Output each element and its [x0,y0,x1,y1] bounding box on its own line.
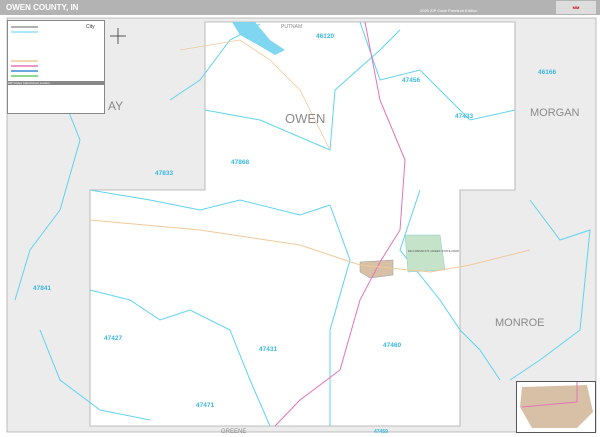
legend-symbols [11,26,38,77]
zip-label: 47471 [196,402,214,409]
inset-map [516,381,596,433]
park-area [404,234,446,273]
county-label-monroe: MONROE [495,317,545,329]
zip-label: 47460 [383,342,401,349]
map-title: OWEN COUNTY, IN [6,3,79,12]
title-bar: OWEN COUNTY, IN 2020 ZIP Code Premium Ed… [0,0,600,15]
zip-label: 46166 [538,69,556,76]
zip-label: 47841 [33,285,51,292]
zip-label: 47459 [374,429,388,435]
publisher-logo: MM [556,1,596,14]
county-label-morgan: MORGAN [530,107,580,119]
county-label-greene: GREENE [221,429,246,435]
zip-label: 47427 [104,335,122,342]
county-label-putnam: PUTNAM [281,24,302,30]
county-label-owen: OWEN [285,111,325,126]
zip-label: 47833 [155,170,173,177]
park-label: MCCORMICK'S CREEK STATE PARK [408,249,459,253]
zip-label: 47431 [259,346,277,353]
edition-label: 2020 ZIP Code Premium Edition [420,8,478,13]
zip-label: 47433 [455,113,473,120]
zip-label: 47456 [402,77,420,84]
legend-city-label: City [86,24,95,30]
map-legend: City ZIP Codes Index/Cross Locator [7,20,105,114]
zip-label: 46120 [316,33,334,40]
county-label-clay: AY [108,99,123,113]
legend-index-header: ZIP Codes Index/Cross Locator [8,81,104,85]
zip-label: 47868 [231,159,249,166]
